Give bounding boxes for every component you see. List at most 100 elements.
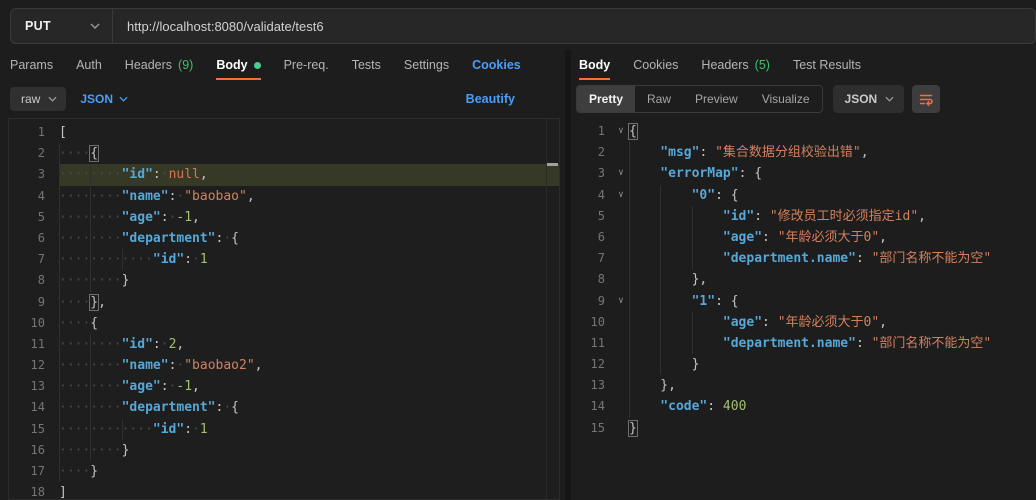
code-line: 1[ [9, 122, 559, 144]
chevron-down-icon [90, 23, 100, 29]
code-line: 5 ········"age":·-1, [9, 206, 559, 228]
code-line: 13 }, [573, 375, 1036, 397]
method-selector[interactable]: PUT [11, 9, 113, 43]
line-number: 3 [573, 163, 613, 185]
code-line: 9 ∨ "1": { [573, 290, 1036, 312]
response-language-selector[interactable]: JSON [832, 85, 905, 113]
line-number: 6 [9, 227, 59, 250]
line-number: 17 [9, 461, 59, 483]
line-number: 5 [9, 206, 59, 228]
tab-params[interactable]: Params [10, 50, 53, 80]
fold-gutter [613, 396, 629, 417]
response-body-viewer[interactable]: 1 ∨{2 "msg": "集合数据分组校验出错", 3 ∨ "errorMap": … [573, 118, 1036, 500]
code-line: 13 ········"age":·-1, [9, 376, 559, 398]
fold-gutter [613, 227, 629, 248]
code-line: 7 "department.name": "部门名称不能为空" [573, 248, 1036, 270]
line-number: 10 [9, 312, 59, 334]
code-line: 8 ········} [9, 270, 559, 292]
response-headers-count-badge: (5) [754, 58, 770, 72]
fold-icon[interactable]: ∨ [613, 163, 629, 184]
view-preview[interactable]: Preview [683, 86, 750, 112]
tab-auth[interactable]: Auth [76, 50, 102, 80]
code-line: 2 ····{ [9, 143, 559, 165]
code-line: 2 "msg": "集合数据分组校验出错", [573, 142, 1036, 164]
request-tabs: Params Auth Headers (9) Body Pre-req. Te… [0, 50, 565, 80]
tab-test-results[interactable]: Test Results [793, 50, 861, 80]
fold-icon[interactable]: ∨ [613, 185, 629, 206]
line-number: 3 [9, 164, 59, 186]
line-number: 2 [9, 143, 59, 165]
line-number: 13 [573, 375, 613, 397]
request-body-editor[interactable]: 1[2 ····{3 ········"id":·null, 4 ········"na… [8, 118, 560, 500]
line-number: 5 [573, 205, 613, 227]
tab-body[interactable]: Body [216, 50, 261, 80]
code-line: 3 ∨ "errorMap": { [573, 163, 1036, 185]
tab-pre-request[interactable]: Pre-req. [284, 50, 329, 80]
fold-gutter [613, 354, 629, 375]
tab-tests[interactable]: Tests [352, 50, 381, 80]
view-pretty[interactable]: Pretty [577, 86, 636, 112]
code-line: 15 ············"id":·1 [9, 418, 559, 440]
url-field[interactable]: http://localhost:8080/validate/test6 [113, 9, 1035, 43]
line-number: 11 [573, 332, 613, 355]
fold-gutter [613, 269, 629, 290]
code-line: 5 "id": "修改员工时必须指定id", [573, 205, 1036, 227]
line-number: 12 [573, 354, 613, 376]
language-selector[interactable]: JSON [80, 92, 128, 106]
scrollbar-marker [547, 163, 558, 166]
fold-gutter [613, 418, 629, 439]
code-line: 18] [9, 482, 559, 499]
tab-response-cookies[interactable]: Cookies [633, 50, 678, 80]
editor-scrollbar[interactable] [546, 119, 559, 499]
code-line: 17 ····} [9, 461, 559, 483]
response-pane: Body Cookies Headers (5) Test Results Pr… [571, 50, 1036, 500]
line-number: 9 [9, 291, 59, 313]
line-number: 8 [573, 269, 613, 291]
code-line: 8 }, [573, 269, 1036, 291]
code-line: 14 "code": 400 [573, 396, 1036, 418]
line-number: 6 [573, 226, 613, 249]
tab-response-body[interactable]: Body [579, 50, 611, 80]
code-line: 12 ········"name":·"baobao2", [9, 355, 559, 377]
fold-gutter [613, 333, 629, 354]
line-number: 4 [9, 185, 59, 207]
line-number: 15 [9, 418, 59, 440]
fold-gutter [613, 375, 629, 396]
chevron-down-icon [885, 96, 894, 102]
code-line: 6 "age": "年龄必须大于0", [573, 226, 1036, 249]
fold-gutter [613, 312, 629, 333]
line-number: 16 [9, 439, 59, 461]
tab-response-headers[interactable]: Headers (5) [701, 50, 770, 80]
line-number: 7 [9, 249, 59, 271]
headers-count-badge: (9) [178, 58, 194, 72]
view-visualize[interactable]: Visualize [750, 86, 822, 112]
body-modified-dot-icon [253, 61, 261, 69]
tab-headers[interactable]: Headers (9) [125, 50, 194, 80]
tab-settings[interactable]: Settings [404, 50, 449, 80]
line-number: 15 [573, 417, 613, 439]
code-line: 10 ····{ [9, 312, 559, 334]
chevron-down-icon [48, 96, 57, 102]
code-line: 6 ········"department":·{ [9, 227, 559, 250]
method-label: PUT [25, 19, 51, 33]
body-type-selector[interactable]: raw [10, 87, 67, 111]
code-line: 14 ········"department":·{ [9, 397, 559, 419]
cookies-link[interactable]: Cookies [472, 58, 521, 72]
beautify-link[interactable]: Beautify [466, 92, 515, 106]
view-raw[interactable]: Raw [635, 86, 683, 112]
fold-icon[interactable]: ∨ [613, 121, 629, 142]
chevron-down-icon [119, 96, 128, 102]
code-line: 16 ········} [9, 439, 559, 461]
response-tabs: Body Cookies Headers (5) Test Results [571, 50, 1036, 80]
fold-icon[interactable]: ∨ [613, 291, 629, 312]
body-toolbar: raw JSON Beautify [0, 80, 565, 118]
line-number: 1 [9, 122, 59, 144]
line-number: 7 [573, 248, 613, 270]
wrap-text-button[interactable] [912, 85, 941, 113]
line-number: 18 [9, 482, 59, 499]
request-bar: PUT http://localhost:8080/validate/test6 [10, 8, 1036, 44]
fold-gutter [613, 248, 629, 269]
line-number: 12 [9, 355, 59, 377]
line-number: 9 [573, 290, 613, 312]
code-line: 10 "age": "年龄必须大于0", [573, 311, 1036, 333]
